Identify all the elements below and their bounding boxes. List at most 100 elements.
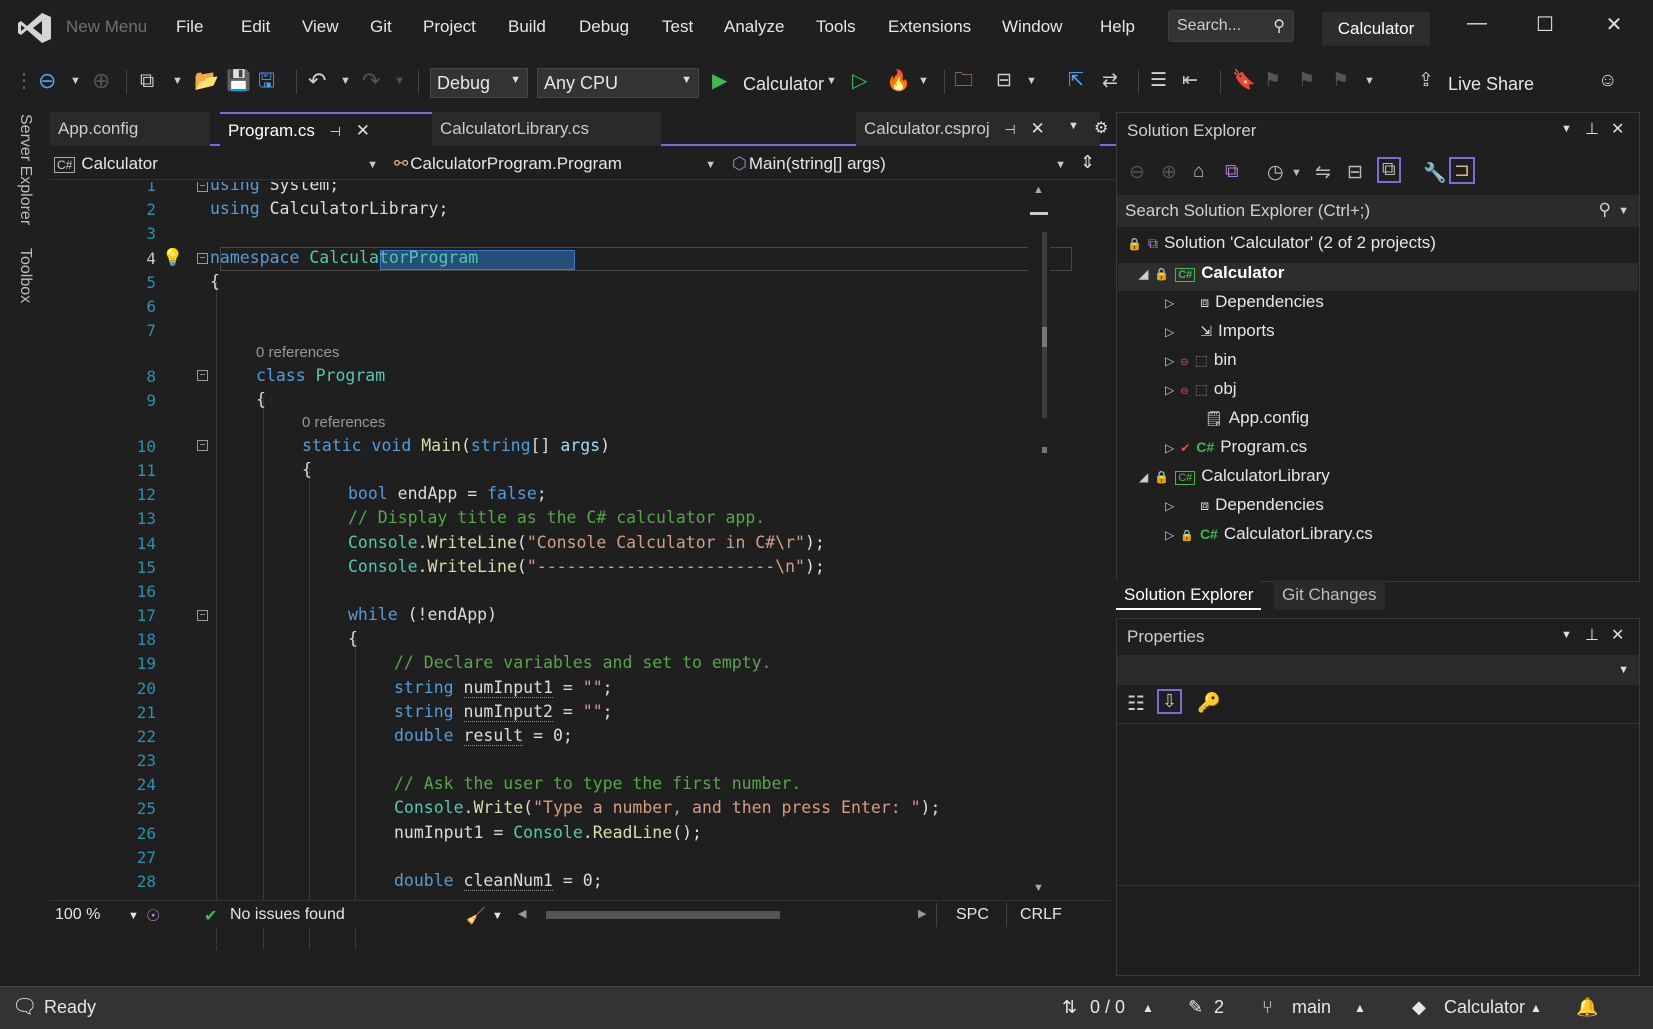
tree-bin[interactable]: ▷ ⊖ ⬚ bin xyxy=(1165,350,1237,370)
back-dropdown-icon[interactable]: ▼ xyxy=(70,66,81,96)
menu-help[interactable]: Help xyxy=(1100,17,1135,37)
code-cleanup-icon[interactable]: 🧹 xyxy=(466,906,486,926)
errors-count[interactable]: 0 / 0 xyxy=(1090,997,1125,1018)
tab-git-changes[interactable]: Git Changes xyxy=(1274,580,1385,610)
menu-project[interactable]: Project xyxy=(423,17,476,37)
pending-edits-count[interactable]: 2 xyxy=(1214,997,1224,1018)
bookmarks-dropdown-icon[interactable]: ▼ xyxy=(1364,66,1375,96)
switch-views-icon[interactable]: ⧉ xyxy=(1225,161,1239,183)
menu-build[interactable]: Build xyxy=(508,17,546,37)
hot-reload-dropdown-icon[interactable]: ▼ xyxy=(918,66,929,96)
copilot-icon[interactable]: ☉ xyxy=(146,906,160,926)
menu-git[interactable]: Git xyxy=(370,17,392,37)
next-bookmark-icon[interactable]: ⚑ xyxy=(1298,66,1315,96)
layout-icon[interactable]: ⊟ xyxy=(996,66,1012,96)
close-window-icon[interactable]: ✕ xyxy=(1594,12,1634,37)
live-share-icon[interactable]: ⇪ xyxy=(1418,66,1434,96)
panel-menu-icon[interactable]: ▼ xyxy=(1561,123,1572,135)
fold-toggle[interactable]: − xyxy=(197,182,208,192)
redo-icon[interactable]: ↷ xyxy=(362,66,380,96)
play-icon[interactable]: ▶ xyxy=(712,66,727,96)
run-dropdown-icon[interactable]: ▼ xyxy=(826,66,837,96)
fold-toggle[interactable]: − xyxy=(197,253,208,264)
categorized-icon[interactable]: ☷ xyxy=(1127,691,1145,716)
pin-icon[interactable]: ⊣ xyxy=(1004,122,1015,137)
whitespace-indicator[interactable]: SPC xyxy=(956,906,989,924)
tab-calculator-library-cs[interactable]: CalculatorLibrary.cs xyxy=(432,112,661,146)
tree-dependencies[interactable]: ▷ ⧈ Dependencies xyxy=(1165,292,1324,312)
tab-calculator-csproj[interactable]: Calculator.csproj ⊣ ✕ xyxy=(856,112,1100,146)
fold-toggle[interactable]: − xyxy=(197,610,208,621)
minimize-icon[interactable]: — xyxy=(1457,12,1497,35)
close-icon[interactable]: ✕ xyxy=(1611,119,1624,139)
collapsed-icon[interactable]: ▷ xyxy=(1165,296,1174,310)
hot-reload-icon[interactable]: 🔥 xyxy=(886,66,911,96)
code-lens-references[interactable]: 0 references xyxy=(302,414,385,431)
scroll-down-icon[interactable]: ▼ xyxy=(1033,882,1044,894)
tree-project-calculatorlibrary[interactable]: ◢ 🔒 C# CalculatorLibrary xyxy=(1139,466,1330,486)
back-icon[interactable]: ⊖ xyxy=(38,66,56,96)
tab-program-cs[interactable]: Program.cs ⊣ ✕ xyxy=(220,112,432,146)
cleanup-dropdown-icon[interactable]: ▼ xyxy=(492,910,503,922)
folder-view-icon[interactable]: 🗀 xyxy=(954,66,973,96)
layout-dropdown-icon[interactable]: ▼ xyxy=(1026,66,1037,96)
gear-icon[interactable]: ⚙ xyxy=(1094,118,1108,138)
search-input[interactable]: Search... ⚲ xyxy=(1168,10,1294,42)
tree-obj[interactable]: ▷ ⊖ ⬚ obj xyxy=(1165,379,1237,399)
clear-bookmarks-icon[interactable]: ⚑ xyxy=(1332,66,1349,96)
tree-project-calculator[interactable]: ◢ 🔒 C# Calculator xyxy=(1139,263,1284,283)
solution-name-badge[interactable]: Calculator xyxy=(1322,12,1430,46)
indent-icon[interactable]: ☰ xyxy=(1150,66,1167,96)
chevron-up-icon[interactable]: ▲ xyxy=(1142,1001,1154,1015)
collapse-all-icon[interactable]: ⊟ xyxy=(1347,161,1363,184)
code-lens-references[interactable]: 0 references xyxy=(256,344,339,361)
back-icon[interactable]: ⊖ xyxy=(1129,161,1145,184)
issues-status[interactable]: No issues found xyxy=(230,906,345,924)
output-icon[interactable]: 🗨 xyxy=(12,994,37,1019)
alphabetical-icon[interactable]: ⇩ xyxy=(1157,689,1183,714)
redo-dropdown-icon[interactable]: ▼ xyxy=(394,66,405,96)
property-pages-icon[interactable]: 🔑 xyxy=(1197,691,1221,715)
editor-vertical-scrollbar[interactable]: ▲ ▼ xyxy=(1028,182,1050,898)
collapsed-icon[interactable]: ▷ xyxy=(1165,383,1174,397)
sync-icon[interactable]: ⇋ xyxy=(1315,161,1331,184)
branch-name[interactable]: main xyxy=(1292,997,1331,1018)
pin-icon[interactable]: ⊥ xyxy=(1585,119,1599,139)
tree-dependencies[interactable]: ▷ ⧈ Dependencies xyxy=(1165,495,1324,515)
tree-program-cs[interactable]: ▷ ✔ C# Program.cs xyxy=(1165,437,1307,457)
menu-new-menu[interactable]: New Menu xyxy=(66,17,147,37)
select-icon[interactable]: ⇱ xyxy=(1068,66,1084,96)
save-all-icon[interactable]: 🖫 xyxy=(258,66,275,96)
server-explorer-tab[interactable]: Server Explorer xyxy=(16,114,34,225)
horizontal-scroll-thumb[interactable] xyxy=(546,911,780,919)
menu-extensions[interactable]: Extensions xyxy=(888,17,971,37)
member-dropdown[interactable]: ⬡ Main(string[] args) ▼ xyxy=(732,150,1072,178)
menu-analyze[interactable]: Analyze xyxy=(724,17,784,37)
line-ending-indicator[interactable]: CRLF xyxy=(1020,906,1062,924)
tree-imports[interactable]: ▷ ⇲ Imports xyxy=(1165,321,1275,341)
menu-window[interactable]: Window xyxy=(1002,17,1062,37)
undo-icon[interactable]: ↶ xyxy=(308,66,326,96)
object-selector-dropdown[interactable]: ▼ xyxy=(1117,655,1639,685)
zoom-dropdown-icon[interactable]: ▼ xyxy=(128,910,139,922)
configuration-dropdown[interactable]: Debug ▼ xyxy=(430,68,528,98)
new-project-icon[interactable]: ⧉ xyxy=(140,66,154,96)
scroll-up-icon[interactable]: ▲ xyxy=(1033,184,1044,196)
tab-app-config[interactable]: App.config xyxy=(50,112,210,146)
close-icon[interactable]: ✕ xyxy=(1030,119,1044,138)
start-without-debugging-icon[interactable]: ▷ xyxy=(852,66,867,96)
fold-toggle[interactable]: − xyxy=(197,370,208,381)
menu-test[interactable]: Test xyxy=(662,17,693,37)
live-share-button[interactable]: Live Share xyxy=(1448,74,1534,95)
tab-solution-explorer[interactable]: Solution Explorer xyxy=(1116,580,1262,610)
tree-app-config[interactable]: 🗒 App.config xyxy=(1185,408,1309,428)
class-dropdown[interactable]: ⚯ CalculatorProgram.Program ▼ xyxy=(394,150,722,178)
toolbox-tab[interactable]: Toolbox xyxy=(16,248,34,303)
menu-tools[interactable]: Tools xyxy=(816,17,856,37)
chevron-up-icon[interactable]: ▲ xyxy=(1530,1001,1542,1015)
home-icon[interactable]: ⌂ xyxy=(1193,161,1204,183)
solution-search-input[interactable]: Search Solution Explorer (Ctrl+;) ⚲ ▼ xyxy=(1117,195,1639,227)
maximize-icon[interactable]: ☐ xyxy=(1525,12,1565,37)
pin-icon[interactable]: ⊥ xyxy=(1585,625,1599,645)
panel-menu-icon[interactable]: ▼ xyxy=(1561,629,1572,641)
